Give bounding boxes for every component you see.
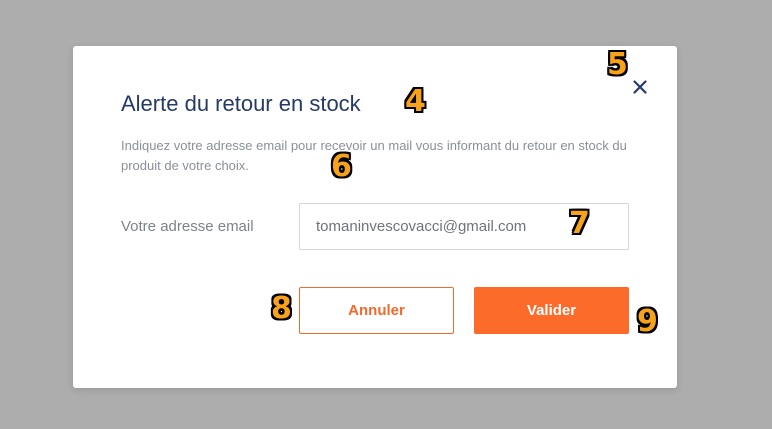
annotation-marker-6: 6 — [331, 149, 352, 184]
annotation-marker-8: 8 — [271, 291, 292, 326]
email-label: Votre adresse email — [121, 218, 254, 235]
annotation-marker-5: 5 — [607, 47, 628, 82]
close-icon — [633, 80, 647, 94]
annotation-marker-9: 9 — [637, 304, 658, 339]
validate-button[interactable]: Valider — [474, 287, 629, 334]
annotation-marker-7: 7 — [569, 206, 590, 241]
cancel-button[interactable]: Annuler — [299, 287, 454, 334]
annotation-marker-4: 4 — [405, 84, 426, 119]
modal-description: Indiquez votre adresse email pour recevo… — [121, 138, 627, 173]
close-button[interactable] — [629, 76, 651, 98]
modal-title: Alerte du retour en stock — [121, 91, 361, 116]
